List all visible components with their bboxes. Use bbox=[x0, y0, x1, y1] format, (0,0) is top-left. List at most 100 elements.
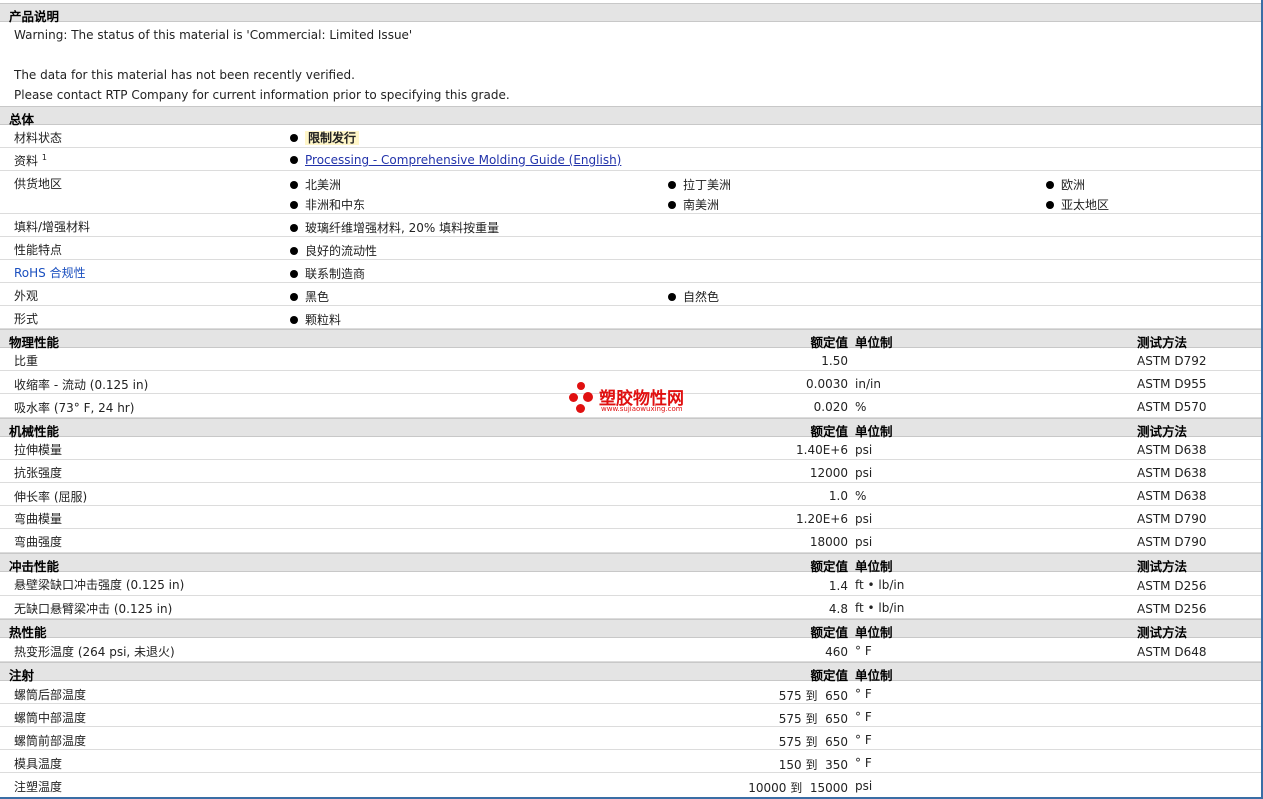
row-label: 填料/增强材料 bbox=[14, 220, 91, 234]
property-name: 注塑温度 bbox=[14, 780, 63, 794]
property-name: 螺筒中部温度 bbox=[14, 711, 87, 725]
filler-item: 玻璃纤维增强材料, 20% 填料按重量 bbox=[290, 219, 499, 236]
bullet-icon bbox=[290, 224, 298, 232]
property-value: 0.0030 bbox=[806, 377, 848, 391]
property-test: ASTM D955 bbox=[1137, 377, 1207, 391]
property-test: ASTM D790 bbox=[1137, 512, 1207, 526]
property-unit: % bbox=[855, 400, 867, 414]
property-value: 1.50 bbox=[821, 354, 848, 368]
molding-guide-link[interactable]: Processing - Comprehensive Molding Guide… bbox=[305, 153, 621, 167]
section-physical-header: 物理性能 额定值 单位制 测试方法 bbox=[0, 329, 1263, 350]
section-impact-header: 冲击性能 额定值 单位制 测试方法 bbox=[0, 553, 1263, 574]
row-label: 资料 1 bbox=[14, 153, 47, 168]
row-supply-regions: 供货地区 北美洲 拉丁美洲 欧洲 非洲和中东 南美洲 亚太地区 bbox=[0, 171, 1263, 214]
document-item: Processing - Comprehensive Molding Guide… bbox=[290, 153, 621, 167]
property-row: 螺筒后部温度 575 到 650 ° F bbox=[0, 681, 1263, 704]
section-description-header: 产品说明 bbox=[0, 3, 1263, 24]
property-test: ASTM D790 bbox=[1137, 535, 1207, 549]
section-general-header: 总体 bbox=[0, 106, 1263, 127]
property-name: 悬壁梁缺口冲击强度 (0.125 in) bbox=[14, 578, 185, 592]
feature-item: 良好的流动性 bbox=[290, 242, 377, 259]
bullet-icon bbox=[290, 156, 298, 164]
rohs-item: 联系制造商 bbox=[290, 265, 365, 282]
property-test: ASTM D256 bbox=[1137, 579, 1207, 593]
property-value: 1.0 bbox=[828, 489, 848, 503]
property-value: 575 到 650 bbox=[778, 712, 848, 726]
section-injection-header: 注射 额定值 单位制 bbox=[0, 662, 1263, 683]
warning-note: Warning: The status of this material is … bbox=[14, 28, 413, 42]
property-unit: psi bbox=[855, 443, 873, 457]
property-row: 无缺口悬臂梁冲击 (0.125 in) 4.8 ft • lb/in ASTM … bbox=[0, 596, 1263, 619]
bullet-icon bbox=[290, 134, 298, 142]
property-name: 伸长率 (屈服) bbox=[14, 490, 88, 504]
row-material-status: 材料状态 限制发行 bbox=[0, 125, 1263, 148]
row-filler: 填料/增强材料 玻璃纤维增强材料, 20% 填料按重量 bbox=[0, 214, 1263, 237]
property-unit: psi bbox=[855, 535, 873, 549]
appearance-item: 黑色 bbox=[290, 288, 329, 305]
row-label: 性能特点 bbox=[14, 243, 63, 257]
property-value: 18000 bbox=[809, 535, 848, 549]
property-unit: ft • lb/in bbox=[855, 601, 905, 615]
property-unit: ° F bbox=[855, 710, 872, 724]
bullet-icon bbox=[290, 270, 298, 278]
watermark-url: www.sujiaowuxing.com bbox=[601, 405, 683, 413]
property-name: 模具温度 bbox=[14, 757, 63, 771]
property-row: 拉伸模量 1.40E+6 psi ASTM D638 bbox=[0, 437, 1263, 460]
appearance-item: 自然色 bbox=[668, 288, 719, 305]
property-test: ASTM D638 bbox=[1137, 443, 1207, 457]
property-value: 1.40E+6 bbox=[796, 443, 848, 457]
property-value: 575 到 650 bbox=[778, 735, 848, 749]
row-label: 供货地区 bbox=[14, 177, 63, 191]
property-row: 模具温度 150 到 350 ° F bbox=[0, 750, 1263, 773]
logo-dot-icon bbox=[576, 404, 585, 413]
property-unit: ° F bbox=[855, 733, 872, 747]
property-name: 无缺口悬臂梁冲击 (0.125 in) bbox=[14, 602, 173, 616]
row-label: 外观 bbox=[14, 289, 39, 303]
site-watermark: 塑胶物性网 www.sujiaowuxing.com bbox=[568, 380, 708, 420]
property-row: 比重 1.50 ASTM D792 bbox=[0, 348, 1263, 371]
section-title: 产品说明 bbox=[9, 9, 60, 24]
property-test: ASTM D648 bbox=[1137, 645, 1207, 659]
property-value: 1.20E+6 bbox=[796, 512, 848, 526]
row-label: 材料状态 bbox=[14, 131, 63, 145]
property-value: 0.020 bbox=[813, 400, 848, 414]
bullet-icon bbox=[290, 293, 298, 301]
row-label: 形式 bbox=[14, 312, 39, 326]
row-rohs: RoHS 合规性 联系制造商 bbox=[0, 260, 1263, 283]
property-name: 收缩率 - 流动 (0.125 in) bbox=[14, 378, 149, 392]
property-value: 460 bbox=[825, 645, 848, 659]
property-value: 150 到 350 bbox=[778, 758, 848, 772]
property-test: ASTM D570 bbox=[1137, 400, 1207, 414]
contact-note: Please contact RTP Company for current i… bbox=[14, 88, 510, 102]
row-documents: 资料 1 Processing - Comprehensive Molding … bbox=[0, 148, 1263, 171]
property-row: 热变形温度 (264 psi, 未退火) 460 ° F ASTM D648 bbox=[0, 638, 1263, 662]
logo-dot-icon bbox=[577, 382, 585, 390]
property-row: 弯曲强度 18000 psi ASTM D790 bbox=[0, 529, 1263, 553]
property-name: 抗张强度 bbox=[14, 466, 63, 480]
property-value: 12000 bbox=[809, 466, 848, 480]
property-name: 弯曲模量 bbox=[14, 512, 63, 526]
property-unit: psi bbox=[855, 466, 873, 480]
row-features: 性能特点 良好的流动性 bbox=[0, 237, 1263, 260]
footnote-marker: 1 bbox=[41, 153, 47, 162]
property-unit: ° F bbox=[855, 644, 872, 658]
row-appearance: 外观 黑色 自然色 bbox=[0, 283, 1263, 306]
property-test: ASTM D256 bbox=[1137, 602, 1207, 616]
verify-note: The data for this material has not been … bbox=[14, 68, 355, 82]
property-name: 螺筒后部温度 bbox=[14, 688, 87, 702]
bullet-icon bbox=[668, 293, 676, 301]
bullet-icon bbox=[1046, 201, 1054, 209]
property-row: 螺筒前部温度 575 到 650 ° F bbox=[0, 727, 1263, 750]
property-name: 拉伸模量 bbox=[14, 443, 63, 457]
bullet-icon bbox=[290, 247, 298, 255]
bullet-icon bbox=[290, 181, 298, 189]
property-name: 吸水率 (73° F, 24 hr) bbox=[14, 401, 135, 415]
property-row: 螺筒中部温度 575 到 650 ° F bbox=[0, 704, 1263, 727]
property-value: 10000 到 15000 bbox=[748, 781, 848, 795]
bullet-icon bbox=[1046, 181, 1054, 189]
property-row: 注塑温度 10000 到 15000 psi bbox=[0, 773, 1263, 797]
property-row: 抗张强度 12000 psi ASTM D638 bbox=[0, 460, 1263, 483]
logo-dot-icon bbox=[569, 393, 578, 402]
status-badge: 限制发行 bbox=[305, 131, 360, 145]
section-thermal-header: 热性能 额定值 单位制 测试方法 bbox=[0, 619, 1263, 640]
